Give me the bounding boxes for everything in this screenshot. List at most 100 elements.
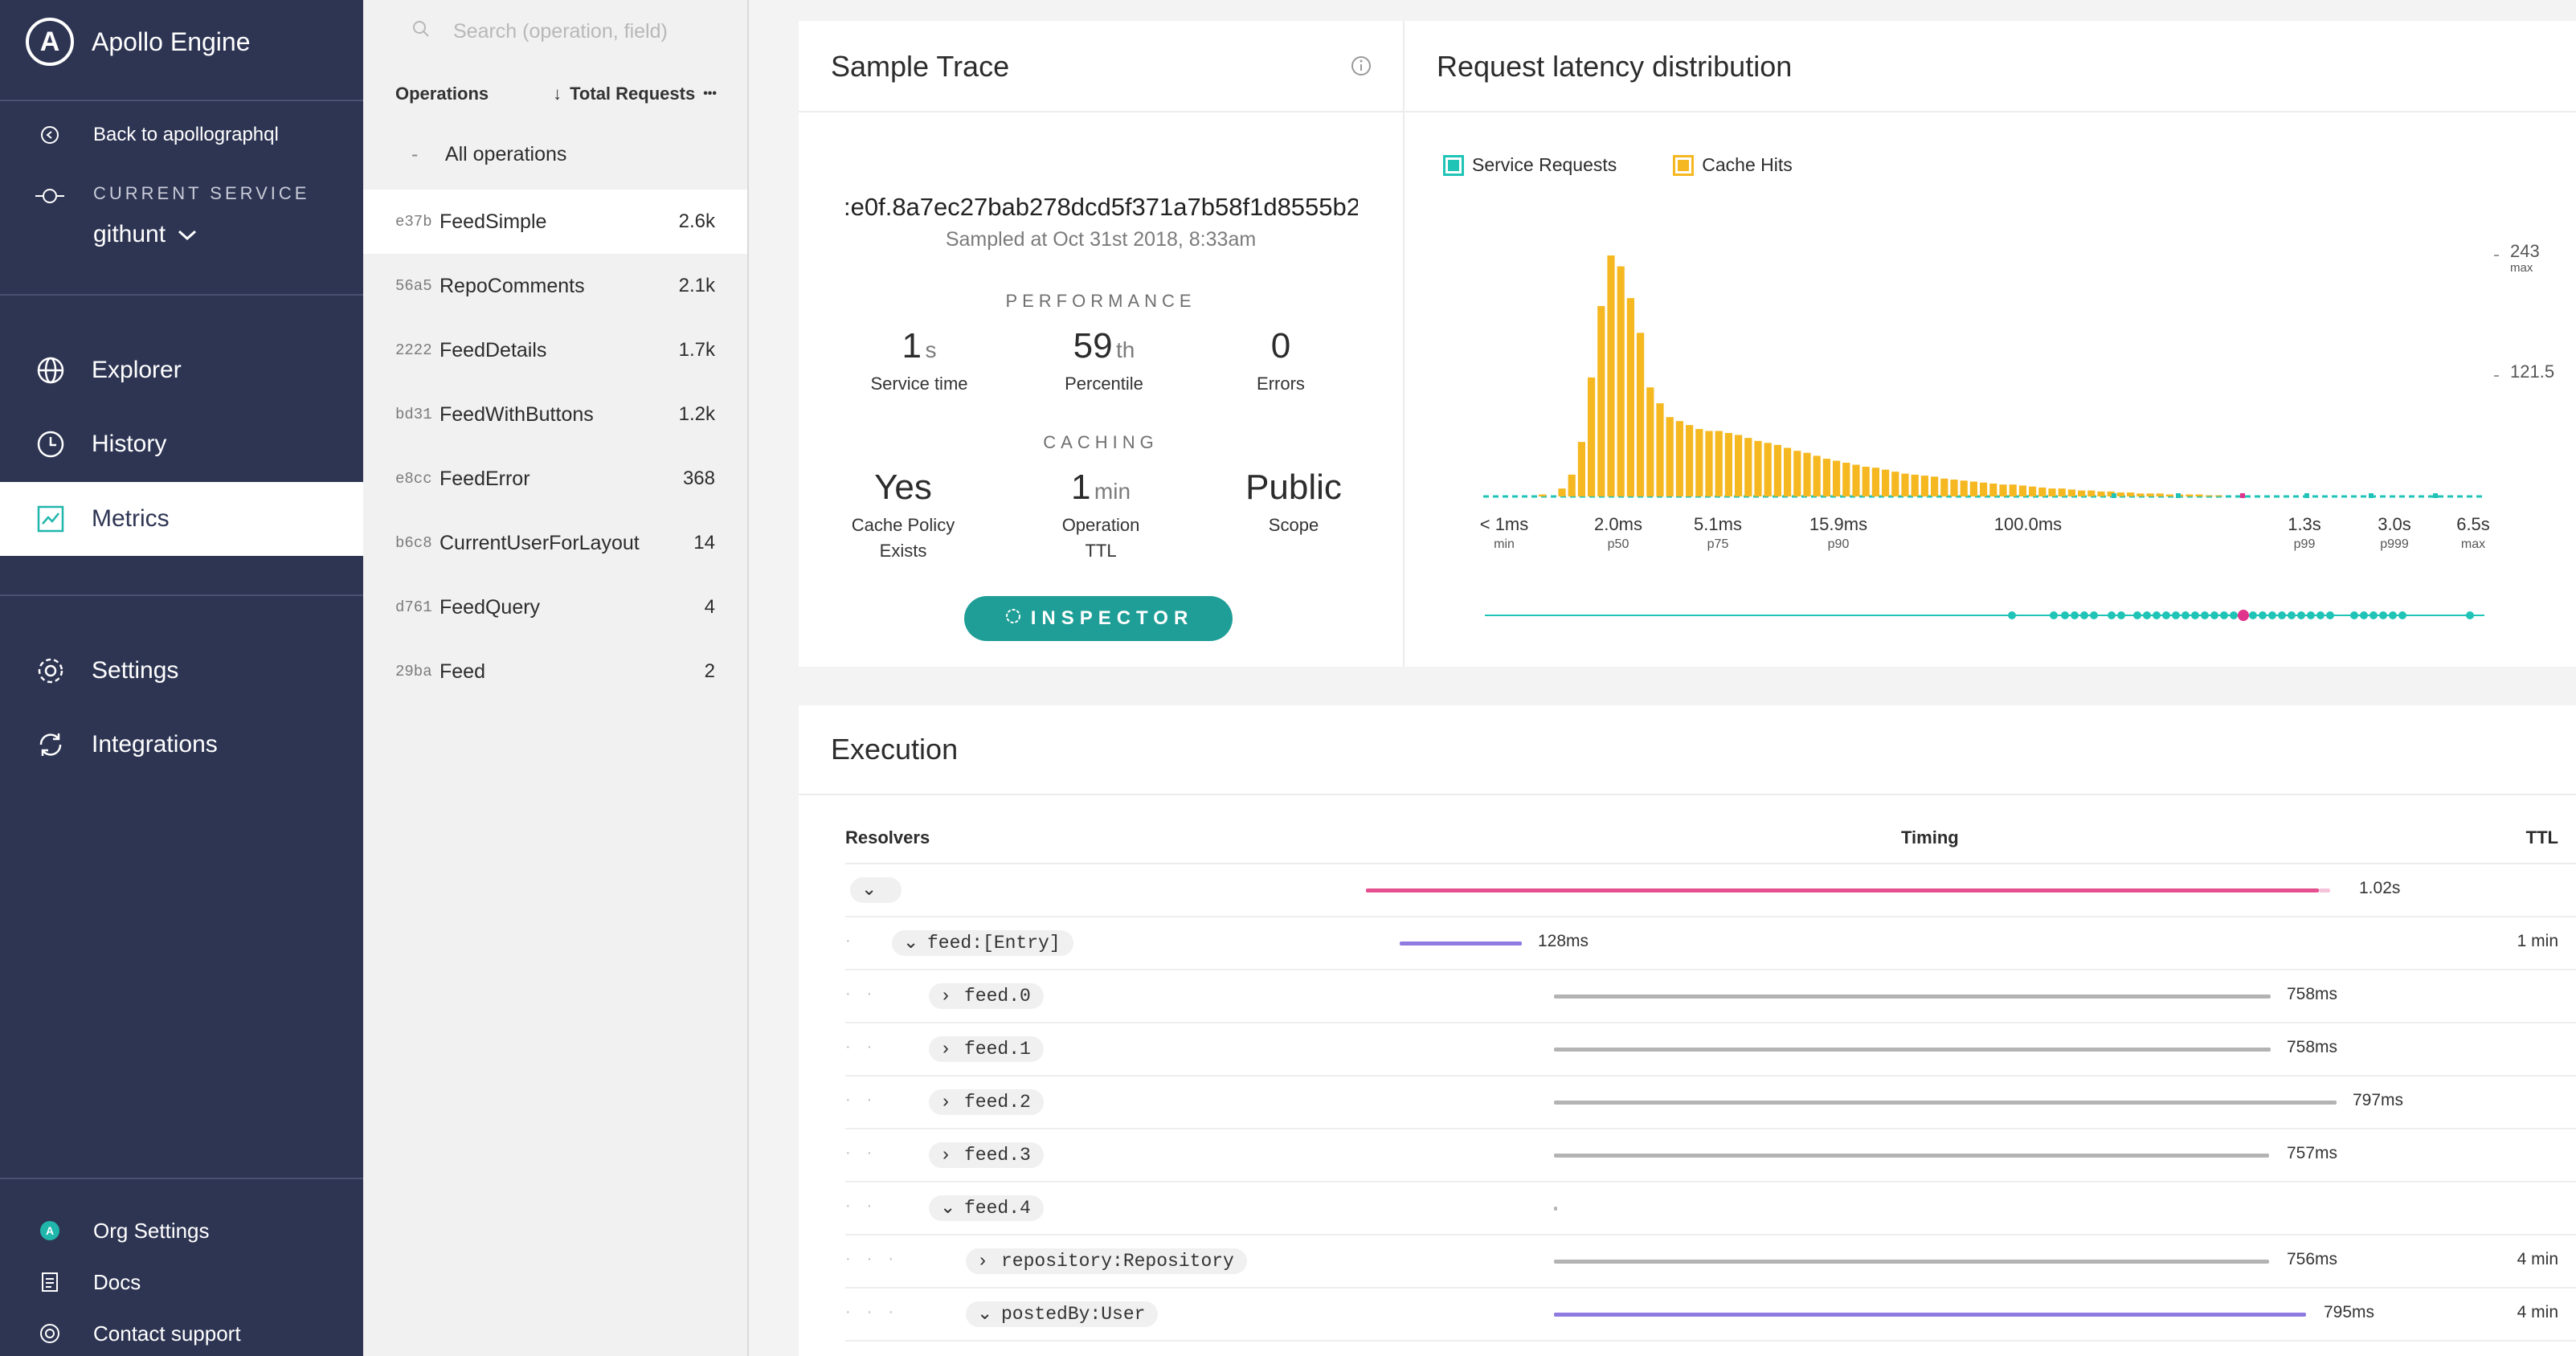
operation-row[interactable]: b6c8 CurrentUserForLayout 14 xyxy=(363,511,747,575)
resolver-field[interactable]: ⌄ feed:[Entry] xyxy=(892,930,1073,956)
resolver-row[interactable]: · · › feed.2 797ms xyxy=(845,1076,2576,1129)
resolver-field[interactable]: › feed.3 xyxy=(929,1142,1044,1168)
sort-control[interactable]: ↓ Total Requests ••• xyxy=(553,84,717,104)
inspector-button[interactable]: INSPECTOR xyxy=(964,596,1233,641)
selected-trace-dot xyxy=(2238,610,2249,621)
trace-sample-dot xyxy=(2210,611,2218,619)
chevron-down-icon: ⌄ xyxy=(940,1198,956,1219)
legend-cache-label: Cache Hits xyxy=(1702,154,1793,175)
operation-id: 2222 xyxy=(395,341,432,359)
operations-header: Operations ↓ Total Requests ••• xyxy=(395,84,717,104)
resolver-field[interactable]: ⌄ postedBy:User xyxy=(966,1301,1159,1327)
latency-bar xyxy=(1980,482,1988,496)
nav-metrics[interactable]: Metrics xyxy=(0,482,363,556)
trace-sample-dot xyxy=(2143,611,2151,619)
latency-bar xyxy=(2165,494,2173,496)
contact-support-link[interactable]: Contact support xyxy=(34,1317,241,1350)
legend-swatch-cache xyxy=(1673,154,1695,176)
org-settings-link[interactable]: A Org Settings xyxy=(34,1215,210,1247)
resolver-row[interactable]: · · · › repository:Repository 756ms 4 min xyxy=(845,1236,2576,1289)
clock-icon xyxy=(34,427,67,461)
resolver-field[interactable]: ⌄ xyxy=(850,877,902,903)
nav-history[interactable]: History xyxy=(0,408,363,480)
divider xyxy=(0,594,363,596)
x-tick-label: 2.0ms xyxy=(1594,514,1642,534)
trace-sample-dot xyxy=(2117,611,2125,619)
more-icon[interactable]: ••• xyxy=(703,87,717,101)
resolver-field[interactable]: › feed.2 xyxy=(929,1089,1044,1115)
doc-icon xyxy=(34,1266,66,1298)
y-tick-sublabel: max xyxy=(2510,261,2533,275)
x-tick-sublabel: p75 xyxy=(1707,537,1729,551)
resolver-row[interactable]: ⌄ 1.02s xyxy=(845,864,2576,917)
x-tick-label: < 1ms xyxy=(1480,514,1529,534)
resolver-field[interactable]: › repository:Repository xyxy=(966,1248,1247,1274)
back-arrow-icon xyxy=(34,119,66,151)
docs-label: Docs xyxy=(93,1269,141,1294)
all-prefix: - xyxy=(411,143,419,165)
x-tick-sublabel: p99 xyxy=(2294,537,2316,551)
operation-id: d761 xyxy=(395,598,432,616)
timing-label: 758ms xyxy=(2287,1038,2338,1056)
indent-dots: · xyxy=(845,932,867,950)
timing-label: 756ms xyxy=(2287,1250,2338,1268)
info-icon[interactable] xyxy=(1350,55,1372,81)
latency-bar xyxy=(1852,464,1860,496)
resolver-field[interactable]: ⌄ feed.4 xyxy=(929,1195,1044,1221)
nav-settings[interactable]: Settings xyxy=(0,635,363,707)
latency-bar xyxy=(1597,305,1605,496)
legend: Service Requests Cache Hits xyxy=(1443,154,1793,176)
percentile-value: 59 xyxy=(1073,326,1113,366)
docs-link[interactable]: Docs xyxy=(34,1266,141,1298)
chevron-right-icon: › xyxy=(940,1092,951,1113)
resolver-row[interactable]: · · › feed.0 758ms xyxy=(845,970,2576,1023)
resolver-row[interactable]: · · · ⌄ postedBy:User 795ms 4 min xyxy=(845,1289,2576,1342)
trace-sample-dot xyxy=(2350,611,2358,619)
trace-sample-dot xyxy=(2108,611,2116,619)
resolver-field[interactable]: › feed.1 xyxy=(929,1036,1044,1062)
nav-explorer[interactable]: Explorer xyxy=(0,334,363,406)
operation-row[interactable]: 29ba Feed 2 xyxy=(363,639,747,704)
resolver-row[interactable]: · · › feed.1 758ms xyxy=(845,1023,2576,1076)
operation-row[interactable]: 2222 FeedDetails 1.7k xyxy=(363,318,747,382)
latency-bar xyxy=(2186,494,2194,496)
chevron-right-icon: › xyxy=(940,1145,951,1166)
back-link[interactable]: Back to apollographql xyxy=(34,119,279,151)
latency-bar xyxy=(2156,493,2164,496)
resolver-row[interactable]: · · › feed.3 757ms xyxy=(845,1129,2576,1182)
indent-dots: · · · xyxy=(845,1250,910,1268)
operation-id: 29ba xyxy=(395,663,432,680)
operation-row[interactable]: e37b FeedSimple 2.6k xyxy=(363,190,747,254)
cache-policy-metric: Yes Cache Policy Exists xyxy=(815,468,992,564)
search-icon xyxy=(411,19,431,44)
operation-name: FeedQuery xyxy=(440,595,541,619)
operation-row[interactable]: d761 FeedQuery 4 xyxy=(363,575,747,639)
resolver-row[interactable]: · ⌄ feed:[Entry] 128ms 1 min xyxy=(845,917,2576,970)
latency-bar xyxy=(1950,480,1958,496)
nav-integrations[interactable]: Integrations xyxy=(0,709,363,781)
latency-bar xyxy=(1911,474,1919,496)
divider xyxy=(799,111,1403,112)
service-selector[interactable]: githunt xyxy=(93,221,198,248)
latency-bar xyxy=(2029,486,2037,496)
x-tick-sublabel: min xyxy=(1494,537,1515,551)
trace-sample-dot xyxy=(2268,611,2276,619)
service-request-marker xyxy=(2176,493,2181,498)
apollo-logo-icon: A xyxy=(26,18,74,66)
operation-row[interactable]: 56a5 RepoComments 2.1k xyxy=(363,254,747,318)
search-input[interactable]: Search (operation, field) xyxy=(411,14,725,48)
brand[interactable]: A Apollo Engine xyxy=(26,14,250,69)
resolver-field[interactable]: › feed.0 xyxy=(929,983,1044,1009)
resolver-row[interactable]: · · ⌄ feed.4 xyxy=(845,1182,2576,1236)
trace-sample-dot xyxy=(2288,611,2296,619)
operation-row[interactable]: bd31 FeedWithButtons 1.2k xyxy=(363,382,747,447)
all-operations-item[interactable]: - All operations xyxy=(411,143,566,166)
service-request-marker xyxy=(2369,493,2374,498)
operation-row[interactable]: e8cc FeedError 368 xyxy=(363,447,747,511)
resolver-field-label: feed.1 xyxy=(964,1039,1031,1060)
divider xyxy=(0,1178,363,1179)
service-time-unit: s xyxy=(925,337,937,362)
timing-bar xyxy=(1400,941,1522,946)
service-time-value: 1 xyxy=(902,326,922,366)
service-request-marker xyxy=(2304,493,2309,498)
